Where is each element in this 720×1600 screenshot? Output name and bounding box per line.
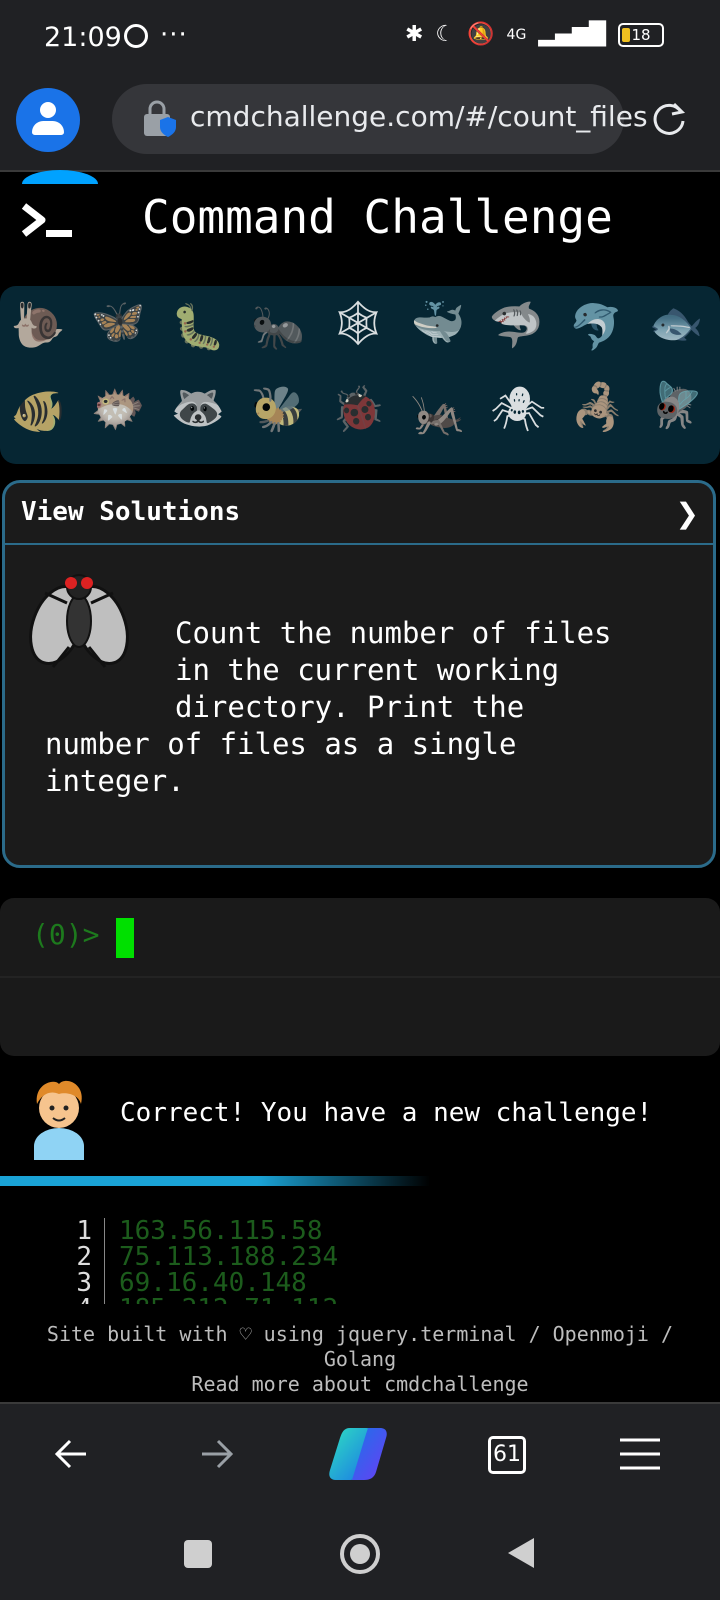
- system-navigation-bar: [0, 1504, 720, 1600]
- scorpion-icon[interactable]: 🦂: [568, 378, 628, 438]
- view-solutions-toggle[interactable]: View Solutions ❯: [5, 483, 713, 545]
- recent-apps-icon[interactable]: [184, 1540, 212, 1568]
- fish-icon[interactable]: 🐟: [646, 294, 706, 354]
- whale-icon[interactable]: 🐳: [408, 294, 468, 354]
- footer-golang-link[interactable]: Golang: [0, 1347, 720, 1372]
- progress-bar: [0, 1176, 430, 1186]
- raccoon-icon[interactable]: 🦝: [168, 378, 228, 438]
- status-bar: 21:09 ··· ✱ ☾ 🔕 4G ▂▄▆█ 18: [0, 0, 720, 78]
- status-time: 21:09: [44, 22, 122, 53]
- profile-avatar-icon[interactable]: [16, 88, 80, 152]
- signal-icon: ▂▄▆█: [538, 22, 606, 47]
- ant-icon[interactable]: 🐜: [248, 298, 308, 358]
- decorative-arc: [22, 170, 98, 184]
- cricket-icon[interactable]: 🦗: [408, 384, 468, 444]
- bee-icon[interactable]: 🐝: [248, 380, 308, 440]
- view-solutions-label: View Solutions: [21, 497, 241, 527]
- terminal-prompt: (0)>: [32, 918, 100, 951]
- footer-credits[interactable]: Site built with ♡ using jquery.terminal …: [0, 1322, 720, 1347]
- spider-web-icon[interactable]: 🕸: [328, 294, 388, 354]
- terminal-divider: [0, 976, 720, 978]
- forward-arrow-icon[interactable]: [186, 1424, 246, 1484]
- back-arrow-icon[interactable]: [42, 1424, 102, 1484]
- status-icons: ✱ ☾ 🔕 4G ▂▄▆█ 18: [405, 22, 664, 47]
- challenge-card: View Solutions ❯ Count the number of fil…: [2, 480, 716, 868]
- snail-icon[interactable]: 🐌: [8, 296, 68, 356]
- moon-icon: ☾: [435, 22, 456, 47]
- challenge-description: Count the number of files in the current…: [45, 616, 612, 798]
- blowfish-icon[interactable]: 🐡: [88, 380, 148, 440]
- chevron-right-icon[interactable]: ❯: [676, 497, 699, 530]
- lock-shield-icon[interactable]: [142, 100, 176, 138]
- bluetooth-icon: ✱: [404, 22, 424, 47]
- url-text[interactable]: cmdchallenge.com/#/count_files: [190, 100, 648, 133]
- footer-about-link[interactable]: Read more about cmdchallenge: [0, 1372, 720, 1397]
- whatsapp-icon: [124, 24, 148, 48]
- fly-icon[interactable]: 🪰: [646, 376, 706, 436]
- tab-count-button[interactable]: 61: [488, 1436, 526, 1474]
- person-avatar-icon: [34, 1080, 84, 1160]
- spider-icon[interactable]: 🕷: [488, 380, 548, 440]
- challenge-icon-grid: 🐌 🦋 🐛 🐜 🕸 🐳 🦈 🐬 🐟 🐠 🐡 🦝 🐝 🐞 🦗 🕷 🦂 🪰: [0, 286, 720, 464]
- list-item: 2 75.113.188.234: [70, 1244, 670, 1270]
- terminal-prompt-icon: [21, 203, 72, 237]
- output-list: 1 163.56.115.58 2 75.113.188.234 3 69.16.40…: [70, 1218, 670, 1304]
- menu-icon[interactable]: [610, 1424, 670, 1484]
- ladybug-icon[interactable]: 🐞: [328, 380, 388, 440]
- tropical-fish-icon[interactable]: 🐠: [8, 382, 68, 442]
- site-footer: Site built with ♡ using jquery.terminal …: [0, 1322, 720, 1397]
- caterpillar-icon[interactable]: 🐛: [168, 298, 228, 358]
- feedback-message: Correct! You have a new challenge!: [120, 1098, 653, 1128]
- muted-bell-icon: 🔕: [467, 22, 495, 47]
- back-triangle-icon[interactable]: [506, 1536, 536, 1570]
- network-label: 4G: [506, 26, 527, 43]
- battery-level: 18: [631, 25, 651, 44]
- dolphin-icon[interactable]: 🐬: [566, 298, 626, 358]
- terminal-cursor[interactable]: [116, 918, 134, 958]
- list-item: 1 163.56.115.58: [70, 1218, 670, 1244]
- more-notifications-icon: ···: [160, 20, 188, 50]
- list-item: 3 69.16.40.148: [70, 1270, 670, 1296]
- list-item: 4185.212.71.112: [70, 1296, 670, 1304]
- copilot-icon[interactable]: [326, 1420, 392, 1486]
- battery-icon: 18: [618, 22, 664, 47]
- shark-icon[interactable]: 🦈: [486, 296, 546, 356]
- butterfly-icon[interactable]: 🦋: [88, 292, 148, 352]
- page-title: Command Challenge: [142, 190, 613, 244]
- home-icon[interactable]: [340, 1534, 380, 1574]
- reload-icon[interactable]: [650, 100, 688, 138]
